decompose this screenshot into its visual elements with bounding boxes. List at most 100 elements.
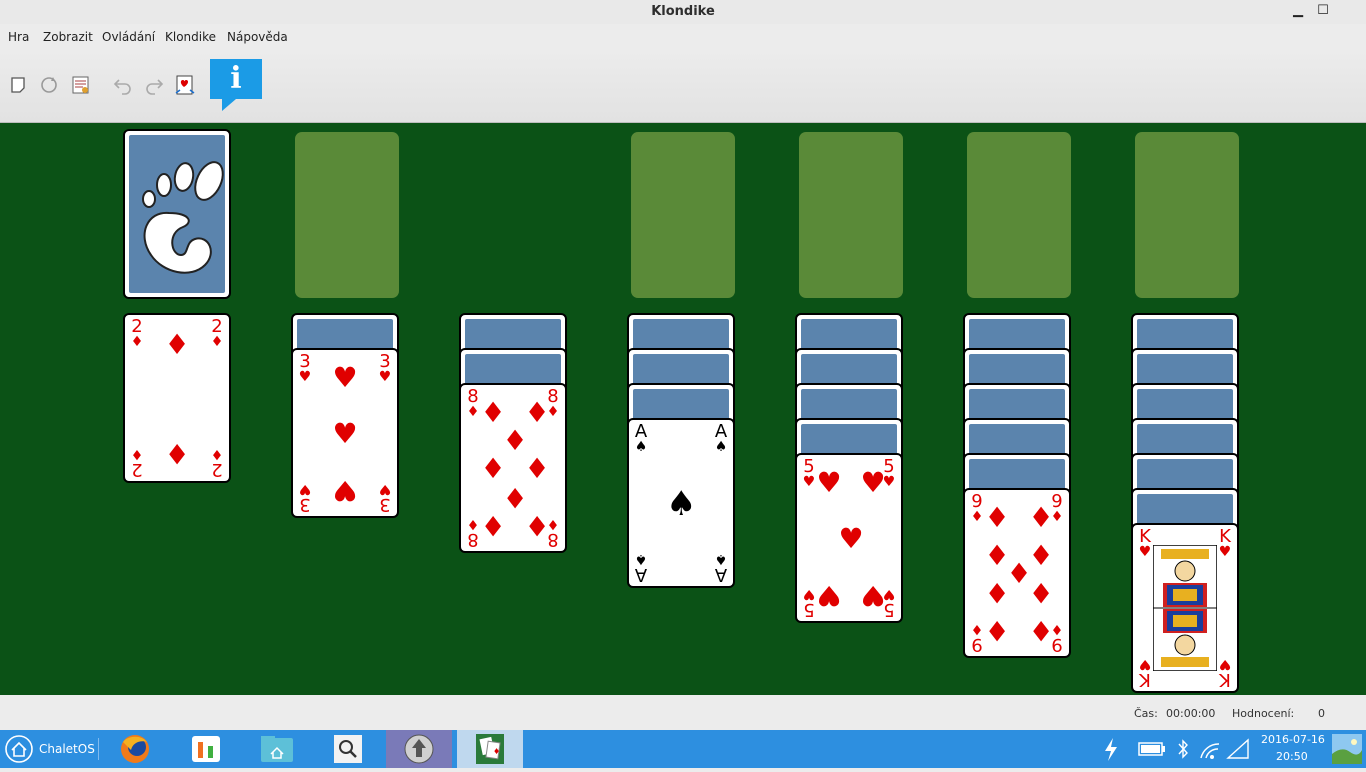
card-king-hearts[interactable]: K ♥ K ♥ K ♥ K ♥ <box>1131 523 1239 693</box>
wifi-icon[interactable] <box>1198 738 1222 760</box>
solitaire-task[interactable]: ♦ <box>457 730 523 768</box>
maximize-icon[interactable]: ☐ <box>1313 2 1333 20</box>
svg-text:♦: ♦ <box>493 747 500 756</box>
stock-pile[interactable] <box>123 129 231 299</box>
info-icon-tail <box>222 99 236 111</box>
menu-bar: Hra Zobrazit Ovládání Klondike Nápověda <box>0 27 1366 47</box>
diamond-pip: ♦ <box>984 501 1010 534</box>
diamond-pip: ♦ <box>480 452 506 485</box>
diamond-pip: ♦ <box>1028 576 1054 609</box>
clock-time[interactable]: 20:50 <box>1276 750 1308 763</box>
diamond-pip: ♦ <box>502 481 528 514</box>
file-manager-icon[interactable] <box>249 732 305 766</box>
card-corner: A ♠ <box>714 551 728 585</box>
card-corner: K ♥ <box>1138 526 1152 560</box>
diamond-pip: ♦ <box>480 396 506 429</box>
gnome-foot-icon <box>142 161 224 274</box>
score-value: 0 <box>1318 707 1325 720</box>
king-portrait-icon <box>1153 545 1217 671</box>
select-game-icon[interactable] <box>70 74 92 96</box>
search-icon[interactable] <box>320 732 376 766</box>
update-task[interactable] <box>386 730 452 768</box>
diamond-pip: ♦ <box>984 576 1010 609</box>
card-corner: A ♠ <box>714 421 728 455</box>
menu-ovladani[interactable]: Ovládání <box>102 30 155 44</box>
score-label: Hodnocení: <box>1232 707 1295 720</box>
card-corner: 2 ♦ <box>130 446 144 480</box>
card-2-diamonds[interactable]: 2 ♦ 2 ♦ 2 ♦ 2 ♦ ♦ ♦ <box>123 313 231 483</box>
diamond-pip: ♦ <box>1028 614 1054 647</box>
power-icon[interactable] <box>1100 736 1122 762</box>
card-corner: 3 ♥ <box>298 481 312 515</box>
card-3-hearts[interactable]: 3 ♥ 3 ♥ 3 ♥ 3 ♥ ♥ ♥ ♥ <box>291 348 399 518</box>
waste-slot[interactable] <box>295 132 399 298</box>
minimize-icon[interactable]: ▁ <box>1288 2 1308 20</box>
diamond-pip: ♦ <box>524 509 550 542</box>
toolbar: i <box>0 50 1366 123</box>
heart-pip: ♥ <box>332 474 358 507</box>
menu-klondike[interactable]: Klondike <box>165 30 216 44</box>
diamond-pip: ♦ <box>1028 501 1054 534</box>
diamond-pip: ♦ <box>984 614 1010 647</box>
diamond-pip: ♦ <box>502 424 528 457</box>
spade-pip: ♠ <box>666 484 697 524</box>
foundation-slot[interactable] <box>1135 132 1239 298</box>
card-corner: K ♥ <box>1218 656 1232 690</box>
game-table[interactable]: 2 ♦ 2 ♦ 2 ♦ 2 ♦ ♦ ♦ 3 ♥ 3 ♥ 3 ♥ 3 ♥ ♥ ♥ ♥ 8 ♦ 8 ♦ … <box>0 123 1366 695</box>
signal-icon[interactable] <box>1226 738 1250 760</box>
foundation-slot[interactable] <box>631 132 735 298</box>
card-corner: K ♥ <box>1138 656 1152 690</box>
time-label: Čas: <box>1134 707 1158 720</box>
card-corner: 3 ♥ <box>378 351 392 385</box>
info-icon[interactable]: i <box>210 59 262 99</box>
card-corner: 2 ♦ <box>210 446 224 480</box>
card-5-hearts[interactable]: 5 ♥ 5 ♥ 5 ♥ 5 ♥ ♥ ♥ ♥ ♥ ♥ <box>795 453 903 623</box>
status-bar: Čas: 00:00:00 Hodnocení: 0 <box>0 695 1366 730</box>
clock-date[interactable]: 2016-07-16 <box>1261 733 1325 746</box>
system-monitor-icon[interactable] <box>178 732 234 766</box>
menu-napoveda[interactable]: Nápověda <box>227 30 288 44</box>
solitaire-icon: ♦ <box>476 734 504 764</box>
diamond-pip: ♦ <box>164 437 190 470</box>
diamond-pip: ♦ <box>164 328 190 361</box>
hint-icon[interactable] <box>174 74 196 96</box>
heart-pip: ♥ <box>838 522 864 555</box>
card-back <box>129 135 225 293</box>
home-icon[interactable] <box>4 735 34 763</box>
heart-pip: ♥ <box>816 579 842 612</box>
show-desktop-icon[interactable] <box>1332 734 1362 764</box>
update-icon <box>404 734 434 764</box>
card-8-diamonds[interactable]: 8 ♦ 8 ♦ 8 ♦ 8 ♦ ♦ ♦ ♦ ♦ ♦ ♦ ♦ ♦ <box>459 383 567 553</box>
heart-pip: ♥ <box>816 466 842 499</box>
foundation-slot[interactable] <box>967 132 1071 298</box>
menu-hra[interactable]: Hra <box>8 30 29 44</box>
card-corner: A ♠ <box>634 421 648 455</box>
taskbar: ChaletOS ♦ 2016-07-16 20:50 <box>0 730 1366 768</box>
card-ace-spades[interactable]: A ♠ A ♠ A ♠ A ♠ ♠ <box>627 418 735 588</box>
divider <box>98 738 99 760</box>
undo-icon[interactable] <box>112 74 134 96</box>
card-corner: 3 ♥ <box>378 481 392 515</box>
card-corner: 2 ♦ <box>130 316 144 350</box>
diamond-pip: ♦ <box>480 509 506 542</box>
card-corner: K ♥ <box>1218 526 1232 560</box>
heart-pip: ♥ <box>332 361 358 394</box>
redo-icon[interactable] <box>143 74 165 96</box>
foundation-slot[interactable] <box>799 132 903 298</box>
battery-icon[interactable] <box>1138 741 1166 757</box>
start-label[interactable]: ChaletOS <box>39 742 95 756</box>
card-corner: A ♠ <box>634 551 648 585</box>
restart-icon[interactable] <box>38 74 60 96</box>
new-game-icon[interactable] <box>8 74 30 96</box>
card-corner: 2 ♦ <box>210 316 224 350</box>
firefox-icon[interactable] <box>107 732 163 766</box>
menu-zobrazit[interactable]: Zobrazit <box>43 30 93 44</box>
heart-pip: ♥ <box>860 466 886 499</box>
bluetooth-icon[interactable] <box>1176 738 1190 760</box>
diamond-pip: ♦ <box>524 452 550 485</box>
time-value: 00:00:00 <box>1166 707 1216 720</box>
card-corner: 3 ♥ <box>298 351 312 385</box>
card-9-diamonds[interactable]: 9 ♦ 9 ♦ 9 ♦ 9 ♦ ♦ ♦ ♦ ♦ ♦ ♦ ♦ ♦ ♦ <box>963 488 1071 658</box>
heart-pip: ♥ <box>860 579 886 612</box>
diamond-pip: ♦ <box>524 396 550 429</box>
